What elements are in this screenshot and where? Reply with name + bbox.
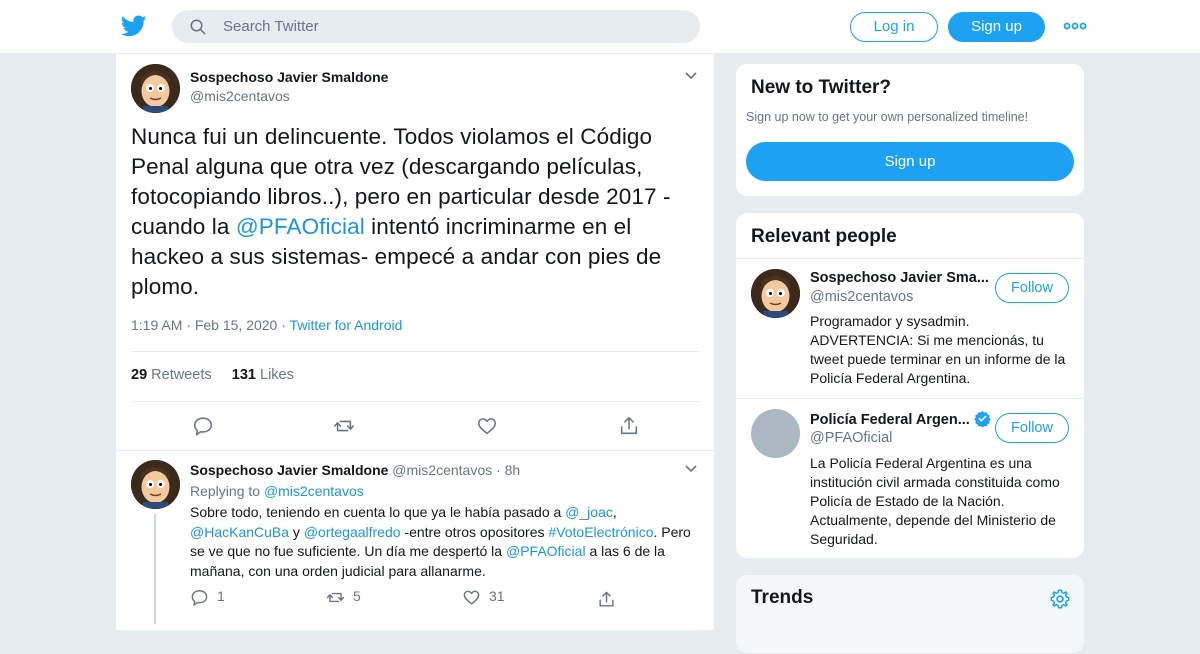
card-title: Relevant people xyxy=(751,226,897,247)
reply-author-handle[interactable]: @mis2centavos xyxy=(392,462,492,478)
top-bar: Log in Sign up xyxy=(0,0,1200,54)
tweet-date[interactable]: Feb 15, 2020 xyxy=(195,317,278,333)
share-icon[interactable] xyxy=(597,590,616,609)
avatar[interactable] xyxy=(131,460,180,509)
retweet-icon[interactable] xyxy=(333,415,355,437)
reply-age[interactable]: 8h xyxy=(505,462,521,478)
likes-stat[interactable]: 131 Likes xyxy=(232,367,294,383)
separator-dot: · xyxy=(496,462,501,478)
follow-button[interactable]: Follow xyxy=(995,273,1069,303)
settings-gear-icon[interactable] xyxy=(1049,588,1071,610)
divider xyxy=(116,450,714,451)
reply-replies-action[interactable]: 1 xyxy=(190,588,225,607)
chevron-down-icon[interactable] xyxy=(684,464,698,474)
cartoon-avatar-icon xyxy=(131,64,180,113)
reply-text-part: Sobre todo, teniendo en cuenta lo que ya… xyxy=(190,504,566,520)
person-row: Sospechoso Javier Sma... @mis2centavos F… xyxy=(736,258,1084,398)
person-bio: La Policía Federal Argentina es una inst… xyxy=(810,455,1060,547)
retweet-icon xyxy=(326,592,345,603)
likes-label: Likes xyxy=(260,367,294,383)
search-icon xyxy=(190,19,206,35)
mention-link[interactable]: @_joac xyxy=(565,504,613,520)
mention-link[interactable]: @HacKanCuBa xyxy=(190,524,289,540)
tweet-author-name[interactable]: Sospechoso Javier Smaldone xyxy=(190,69,388,85)
person-row: Policía Federal Argen... @PFAOficial Fol… xyxy=(736,398,1084,558)
thread-connector-line xyxy=(154,514,156,624)
share-icon[interactable] xyxy=(618,415,640,437)
mention-link[interactable]: @ortegaalfredo xyxy=(304,524,401,540)
signup-button[interactable]: Sign up xyxy=(948,12,1045,42)
card-title: New to Twitter? xyxy=(751,77,892,98)
hashtag-link[interactable]: #VotoElectrónico xyxy=(548,524,653,540)
retweets-stat[interactable]: 29 Retweets xyxy=(131,367,212,383)
retweets-count: 29 xyxy=(131,367,148,383)
person-handle[interactable]: @PFAOficial xyxy=(810,430,892,446)
like-icon[interactable] xyxy=(476,415,498,437)
chevron-down-icon[interactable] xyxy=(684,71,698,81)
relevant-people-card: Relevant people Sospechoso Javier Sma...… xyxy=(735,212,1085,559)
tweet-time[interactable]: 1:19 AM xyxy=(131,317,182,333)
replies-count: 1 xyxy=(217,588,225,605)
tweet-stats: 29 Retweets 131 Likes xyxy=(131,367,294,383)
card-subtitle: Sign up now to get your own personalized… xyxy=(746,110,1029,124)
mention-link[interactable]: @PFAOficial xyxy=(236,214,365,239)
likes-count: 31 xyxy=(489,588,505,605)
reply-icon xyxy=(191,590,208,606)
reply-text-part: -entre otros opositores xyxy=(400,523,549,540)
avatar[interactable] xyxy=(131,64,180,113)
tweet-detail-column: Sospechoso Javier Smaldone @mis2centavos… xyxy=(115,54,715,630)
verified-badge-icon xyxy=(974,411,991,427)
search-input[interactable] xyxy=(223,11,683,42)
reply-icon[interactable] xyxy=(192,415,214,437)
follow-button[interactable]: Follow xyxy=(995,413,1069,443)
person-name-line: Policía Federal Argen... xyxy=(810,410,991,428)
replying-to-link[interactable]: @mis2centavos xyxy=(264,483,364,499)
twitter-bird-icon[interactable] xyxy=(120,13,148,39)
login-button[interactable]: Log in xyxy=(850,12,938,42)
cartoon-avatar-icon xyxy=(131,460,180,509)
avatar[interactable] xyxy=(751,269,800,318)
divider xyxy=(131,401,699,402)
tweet-author-handle[interactable]: @mis2centavos xyxy=(190,88,290,104)
person-name[interactable]: Sospechoso Javier Sma... xyxy=(810,270,989,286)
reply-like-action[interactable]: 31 xyxy=(462,588,505,607)
person-name[interactable]: Policía Federal Argen... xyxy=(810,412,970,428)
replying-to: Replying to @mis2centavos xyxy=(190,483,364,499)
separator-dot: · xyxy=(281,317,286,333)
reply-text-part: , xyxy=(612,504,617,520)
replying-to-label: Replying to xyxy=(190,483,261,499)
retweets-count: 5 xyxy=(353,588,361,605)
trends-card: Trends xyxy=(735,574,1085,654)
tweet-timestamp: 1:19 AM · Feb 15, 2020 · Twitter for And… xyxy=(131,317,402,333)
reply-retweet-action[interactable]: 5 xyxy=(326,588,361,607)
avatar[interactable] xyxy=(751,409,800,458)
person-handle[interactable]: @mis2centavos xyxy=(810,289,913,305)
more-options-icon[interactable] xyxy=(1063,19,1087,33)
search-bar[interactable] xyxy=(172,10,700,43)
person-bio: Programador y sysadmin. ADVERTENCIA: Si … xyxy=(810,313,1066,386)
reply-text-part: y xyxy=(289,523,304,540)
retweets-label: Retweets xyxy=(151,367,212,383)
tweet-source-link[interactable]: Twitter for Android xyxy=(290,317,403,333)
likes-count: 131 xyxy=(231,367,256,383)
mention-link[interactable]: @PFAOficial xyxy=(506,543,586,559)
like-icon xyxy=(463,590,480,605)
divider xyxy=(131,351,699,352)
separator-dot: · xyxy=(186,317,191,333)
card-title: Trends xyxy=(751,587,814,608)
signup-button[interactable]: Sign up xyxy=(746,142,1074,181)
reply-author-name[interactable]: Sospechoso Javier Smaldone xyxy=(190,462,388,478)
new-to-twitter-card: New to Twitter? Sign up now to get your … xyxy=(735,63,1085,197)
cartoon-avatar-icon xyxy=(751,269,800,318)
reply-text: Sobre todo, teniendo en cuenta lo que ya… xyxy=(190,503,700,581)
reply-author-line: Sospechoso Javier Smaldone @mis2centavos… xyxy=(190,462,520,478)
tweet-text: Nunca fui un delincuente. Todos violamos… xyxy=(131,122,706,302)
